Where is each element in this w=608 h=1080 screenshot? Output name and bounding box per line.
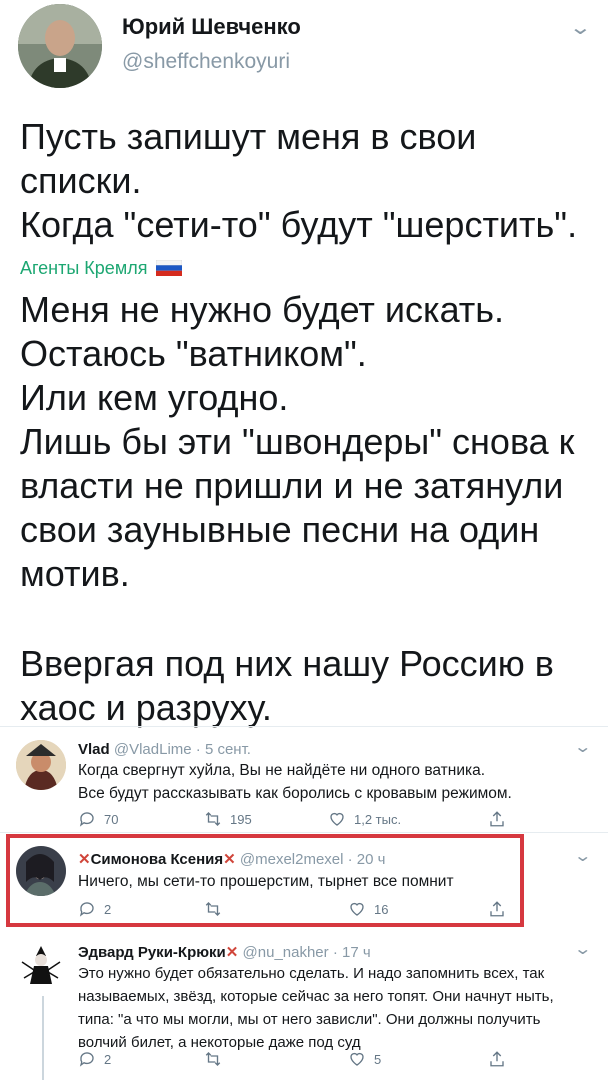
- reply-header: Эдвард Руки-Крюки✕ @nu_nakher · 17 ч: [78, 943, 371, 961]
- reply-author-handle[interactable]: @VladLime: [114, 741, 192, 758]
- share-icon: [490, 811, 504, 827]
- retweet-count: 195: [230, 811, 252, 827]
- tweet-text-part1: Пусть запишут меня в свои списки. Когда …: [20, 116, 578, 245]
- reply-count: 70: [104, 811, 119, 827]
- like-button[interactable]: 16: [348, 900, 388, 918]
- heart-icon: [350, 1052, 364, 1066]
- hashtag-label[interactable]: Агенты Кремля: [20, 258, 183, 279]
- share-icon: [490, 1051, 504, 1067]
- share-button[interactable]: [488, 1050, 506, 1068]
- reply-text: Это нужно будет обязательно сделать. И н…: [78, 965, 554, 1051]
- reply-author-name[interactable]: Симонова Ксения: [91, 851, 224, 868]
- heart-icon: [350, 902, 364, 916]
- cross-mark-icon: ✕: [225, 944, 239, 961]
- share-button[interactable]: [488, 900, 506, 918]
- like-button[interactable]: 1,2 тыс.: [328, 810, 401, 828]
- divider: [0, 832, 608, 833]
- retweet-button[interactable]: [204, 900, 222, 918]
- like-count: 5: [374, 1051, 382, 1067]
- reply-author-name[interactable]: Эдвард Руки-Крюки: [78, 944, 226, 961]
- reply-avatar[interactable]: [16, 940, 66, 990]
- reply-header: ✕Симонова Ксения✕ @mexel2mexel · 20 ч: [78, 850, 385, 868]
- author-avatar[interactable]: [18, 4, 102, 88]
- share-icon: [490, 901, 504, 917]
- tweet-text-part3: Ввергая под них нашу Россию в хаос и раз…: [20, 643, 554, 728]
- retweet-button[interactable]: 195: [204, 810, 252, 828]
- retweet-icon: [205, 1052, 221, 1066]
- cross-mark-icon: ✕: [78, 851, 91, 868]
- comment-icon: [79, 902, 94, 917]
- reply-time[interactable]: · 20 ч: [348, 851, 386, 868]
- reply-text: Ничего, мы сети-то прошерстим, тырнет вс…: [78, 873, 454, 890]
- chevron-down-icon[interactable]: ⌄: [573, 738, 592, 758]
- like-count: 16: [374, 901, 389, 917]
- thread-line: [42, 996, 44, 1080]
- reply-author-handle[interactable]: @mexel2mexel: [240, 851, 344, 868]
- retweet-icon: [205, 902, 221, 916]
- comment-icon: [79, 1052, 94, 1067]
- comment-icon: [79, 812, 94, 827]
- reply-count: 2: [104, 901, 112, 917]
- reply-button[interactable]: 2: [78, 900, 111, 918]
- retweet-icon: [205, 812, 221, 826]
- reply-button[interactable]: 70: [78, 810, 118, 828]
- tag-label: Агенты Кремля: [20, 258, 148, 278]
- author-name[interactable]: Юрий Шевченко: [122, 14, 301, 40]
- chevron-down-icon[interactable]: ⌄: [569, 18, 592, 38]
- like-count: 1,2 тыс.: [354, 811, 402, 827]
- retweet-button[interactable]: [204, 1050, 222, 1068]
- reply-avatar[interactable]: [16, 846, 66, 896]
- chevron-down-icon[interactable]: ⌄: [573, 847, 592, 867]
- cross-mark-icon: ✕: [223, 851, 236, 868]
- reply-button[interactable]: 2: [78, 1050, 111, 1068]
- heart-icon: [330, 812, 344, 826]
- reply-avatar[interactable]: [16, 740, 66, 790]
- reply-header: Vlad @VladLime · 5 сент.: [78, 741, 251, 758]
- divider: [0, 726, 608, 727]
- reply-time[interactable]: · 5 сент.: [196, 741, 251, 758]
- tweet-text-part2: Меня не нужно будет искать. Остаюсь "ват…: [20, 289, 575, 594]
- like-button[interactable]: 5: [348, 1050, 381, 1068]
- share-button[interactable]: [488, 810, 506, 828]
- reply-text: Когда свергнут хуйла, Вы не найдёте ни о…: [78, 762, 512, 802]
- reply-time[interactable]: · 17 ч: [333, 944, 371, 961]
- reply-author-name[interactable]: Vlad: [78, 741, 110, 758]
- reply-author-handle[interactable]: @nu_nakher: [243, 944, 329, 961]
- chevron-down-icon[interactable]: ⌄: [573, 940, 592, 960]
- reply-count: 2: [104, 1051, 112, 1067]
- author-handle[interactable]: @sheffchenkoyuri: [122, 50, 290, 74]
- russian-flag-icon: [156, 259, 183, 276]
